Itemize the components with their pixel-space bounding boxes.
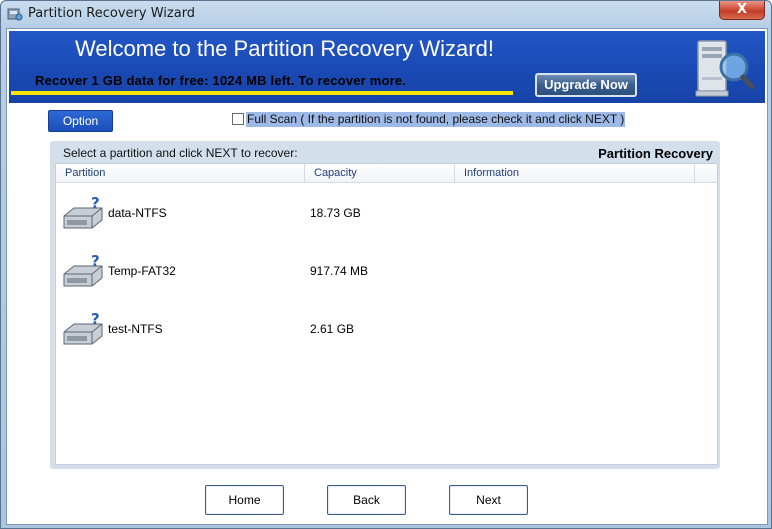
panel-title: Partition Recovery [598, 146, 713, 161]
svg-text:?: ? [91, 254, 100, 270]
partition-list[interactable]: Partition Capacity Information ? data-NT… [55, 163, 718, 465]
partition-name: test-NTFS [108, 322, 163, 336]
column-header-information[interactable]: Information [455, 164, 695, 183]
partition-capacity: 917.74 MB [310, 264, 369, 278]
partition-capacity: 18.73 GB [310, 206, 361, 220]
free-quota-text: Recover 1 GB data for free: 1024 MB left… [35, 73, 407, 88]
header-banner: Welcome to the Partition Recovery Wizard… [9, 31, 765, 103]
partition-name: data-NTFS [108, 206, 167, 220]
full-scan-label[interactable]: Full Scan ( If the partition is not foun… [246, 112, 626, 127]
partition-row[interactable]: ? Temp-FAT32 917.74 MB [56, 251, 717, 295]
partition-panel: Select a partition and click NEXT to rec… [50, 141, 720, 469]
svg-text:?: ? [91, 312, 100, 328]
computer-magnifier-icon [695, 40, 755, 97]
back-button[interactable]: Back [327, 485, 406, 515]
close-button[interactable]: X [719, 1, 765, 20]
svg-text:?: ? [91, 196, 100, 212]
list-header: Partition Capacity Information [56, 164, 717, 183]
partition-row[interactable]: ? test-NTFS 2.61 GB [56, 309, 717, 353]
app-window: Partition Recovery Wizard X Welcome to t… [0, 0, 772, 529]
hard-drive-question-icon: ? [63, 312, 103, 345]
next-button[interactable]: Next [449, 485, 528, 515]
yellow-underline [11, 91, 513, 95]
title-bar[interactable]: Partition Recovery Wizard X [1, 1, 771, 28]
full-scan-checkbox[interactable] [232, 113, 244, 125]
client-area: Welcome to the Partition Recovery Wizard… [6, 28, 768, 525]
upgrade-now-button[interactable]: Upgrade Now [535, 73, 637, 97]
option-button[interactable]: Option [48, 110, 113, 132]
window-title: Partition Recovery Wizard [28, 6, 196, 21]
banner-title: Welcome to the Partition Recovery Wizard… [75, 36, 494, 61]
hard-drive-question-icon: ? [63, 254, 103, 287]
select-hint: Select a partition and click NEXT to rec… [63, 146, 298, 160]
column-header-capacity[interactable]: Capacity [305, 164, 455, 183]
partition-capacity: 2.61 GB [310, 322, 355, 336]
app-icon [7, 8, 23, 21]
partition-name: Temp-FAT32 [108, 264, 176, 278]
column-header-partition[interactable]: Partition [56, 164, 305, 183]
partition-row[interactable]: ? data-NTFS 18.73 GB [56, 193, 717, 237]
home-button[interactable]: Home [205, 485, 284, 515]
hard-drive-question-icon: ? [63, 196, 103, 229]
